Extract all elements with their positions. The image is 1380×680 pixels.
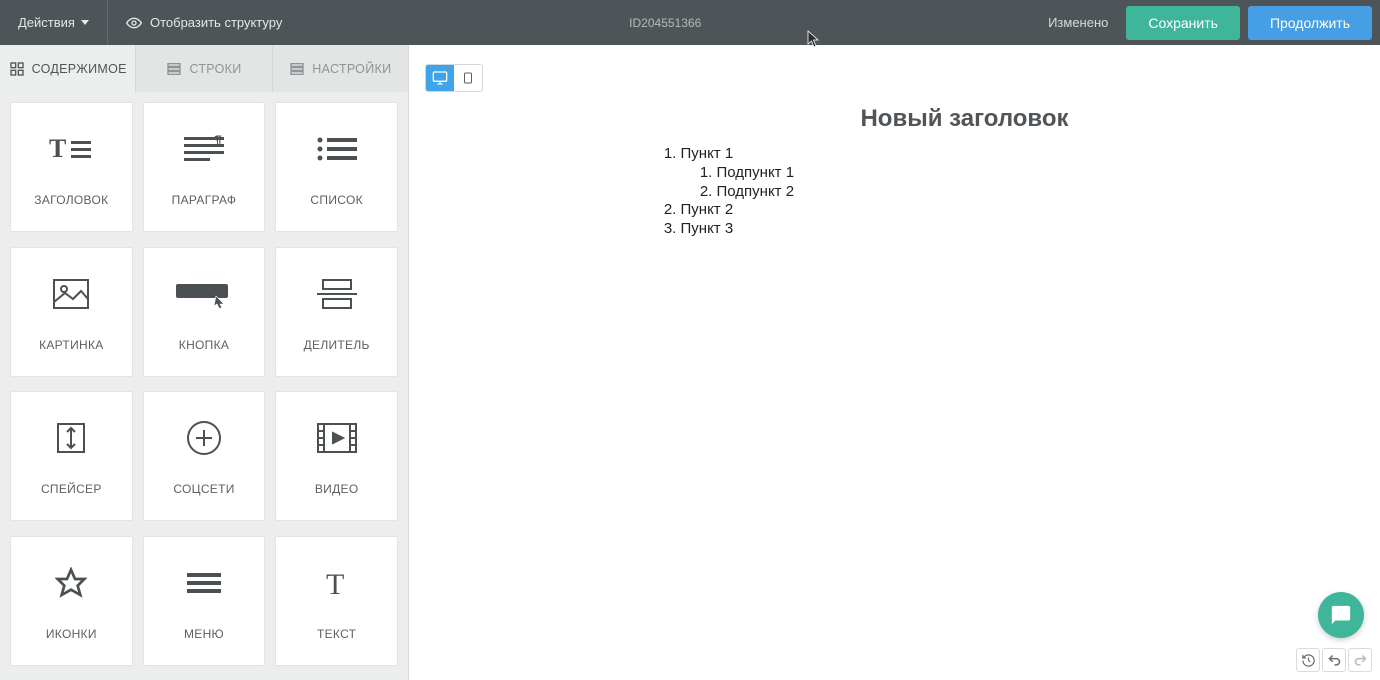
block-image[interactable]: КАРТИНКА	[10, 247, 133, 377]
block-menu-label: МЕНЮ	[184, 627, 224, 641]
block-text[interactable]: T ТЕКСТ	[275, 536, 398, 666]
desktop-icon	[432, 70, 448, 86]
settings-icon	[289, 61, 305, 77]
history-controls	[1296, 648, 1372, 672]
actions-menu[interactable]: Действия	[0, 0, 108, 45]
block-video-label: ВИДЕО	[315, 482, 359, 496]
canvas[interactable]: Новый заголовок Пункт 1 Подпункт 1 Подпу…	[409, 45, 1380, 680]
page-content[interactable]: Новый заголовок Пункт 1 Подпункт 1 Подпу…	[615, 105, 1175, 239]
heading-icon: T	[49, 127, 93, 171]
svg-text:T: T	[326, 568, 344, 598]
mobile-icon	[462, 70, 474, 86]
divider-icon	[317, 272, 357, 316]
list-item: Подпункт 2	[717, 183, 1175, 202]
sidebar-tabs: СОДЕРЖИМОЕ СТРОКИ НАСТРОЙКИ	[0, 45, 408, 92]
redo-button[interactable]	[1348, 648, 1372, 672]
save-button[interactable]: Сохранить	[1126, 6, 1240, 40]
block-social[interactable]: СОЦСЕТИ	[143, 391, 266, 521]
show-structure-toggle[interactable]: Отобразить структуру	[108, 0, 300, 45]
chat-button[interactable]	[1318, 592, 1364, 638]
image-icon	[53, 272, 89, 316]
grid-icon	[9, 61, 25, 77]
block-divider[interactable]: ДЕЛИТЕЛЬ	[275, 247, 398, 377]
device-mobile[interactable]	[454, 65, 482, 91]
text-icon: T	[322, 561, 352, 605]
paragraph-icon: ¶	[184, 127, 224, 171]
list-item: Подпункт 1	[717, 164, 1175, 183]
tab-settings[interactable]: НАСТРОЙКИ	[272, 45, 408, 92]
block-list[interactable]: СПИСОК	[275, 102, 398, 232]
list-item: Пункт 3	[681, 220, 1175, 239]
button-icon	[176, 272, 232, 316]
ordered-list[interactable]: Пункт 1 Подпункт 1 Подпункт 2 Пункт 2 Пу…	[655, 145, 1175, 239]
block-text-label: ТЕКСТ	[317, 627, 356, 641]
block-social-label: СОЦСЕТИ	[173, 482, 234, 496]
video-icon	[317, 416, 357, 460]
tab-settings-label: НАСТРОЙКИ	[312, 62, 391, 76]
history-icon	[1301, 653, 1316, 668]
continue-button[interactable]: Продолжить	[1248, 6, 1372, 40]
chevron-down-icon	[81, 20, 89, 25]
block-divider-label: ДЕЛИТЕЛЬ	[304, 338, 370, 352]
undo-button[interactable]	[1322, 648, 1346, 672]
block-heading-label: ЗАГОЛОВОК	[34, 193, 108, 207]
eye-icon	[126, 15, 142, 31]
rows-icon	[166, 61, 182, 77]
block-list-label: СПИСОК	[310, 193, 362, 207]
block-menu[interactable]: МЕНЮ	[143, 536, 266, 666]
tab-rows[interactable]: СТРОКИ	[135, 45, 271, 92]
block-paragraph[interactable]: ¶ ПАРАГРАФ	[143, 102, 266, 232]
list-icon	[317, 127, 357, 171]
block-spacer[interactable]: СПЕЙСЕР	[10, 391, 133, 521]
document-id: ID204551366	[300, 16, 1030, 30]
block-icons[interactable]: ИКОНКИ	[10, 536, 133, 666]
block-image-label: КАРТИНКА	[39, 338, 103, 352]
block-button[interactable]: КНОПКА	[143, 247, 266, 377]
svg-text:T: T	[49, 135, 66, 163]
chat-icon	[1330, 604, 1352, 626]
history-button[interactable]	[1296, 648, 1320, 672]
block-paragraph-label: ПАРАГРАФ	[172, 193, 237, 207]
undo-icon	[1327, 653, 1342, 668]
tab-content-label: СОДЕРЖИМОЕ	[32, 62, 127, 76]
star-icon	[55, 561, 87, 605]
page-title[interactable]: Новый заголовок	[755, 105, 1175, 133]
show-structure-label: Отобразить структуру	[150, 15, 282, 30]
actions-label: Действия	[18, 15, 75, 30]
list-item: Пункт 2	[681, 201, 1175, 220]
list-item: Пункт 1 Подпункт 1 Подпункт 2	[681, 145, 1175, 201]
device-switch	[425, 64, 483, 92]
blocks-grid: T ЗАГОЛОВОК ¶ ПАРАГРАФ СПИСОК	[0, 92, 408, 680]
block-spacer-label: СПЕЙСЕР	[41, 482, 102, 496]
svg-text:¶: ¶	[214, 135, 222, 148]
status-label: Изменено	[1030, 15, 1126, 30]
topbar: Действия Отобразить структуру ID20455136…	[0, 0, 1380, 45]
spacer-icon	[57, 416, 85, 460]
tab-content[interactable]: СОДЕРЖИМОЕ	[0, 45, 135, 92]
social-icon	[186, 416, 222, 460]
tab-rows-label: СТРОКИ	[189, 62, 241, 76]
sidebar: СОДЕРЖИМОЕ СТРОКИ НАСТРОЙКИ T ЗАГОЛОВОК …	[0, 45, 409, 680]
redo-icon	[1353, 653, 1368, 668]
block-button-label: КНОПКА	[179, 338, 229, 352]
block-icons-label: ИКОНКИ	[46, 627, 97, 641]
menu-icon	[187, 561, 221, 605]
block-heading[interactable]: T ЗАГОЛОВОК	[10, 102, 133, 232]
device-desktop[interactable]	[426, 65, 454, 91]
block-video[interactable]: ВИДЕО	[275, 391, 398, 521]
